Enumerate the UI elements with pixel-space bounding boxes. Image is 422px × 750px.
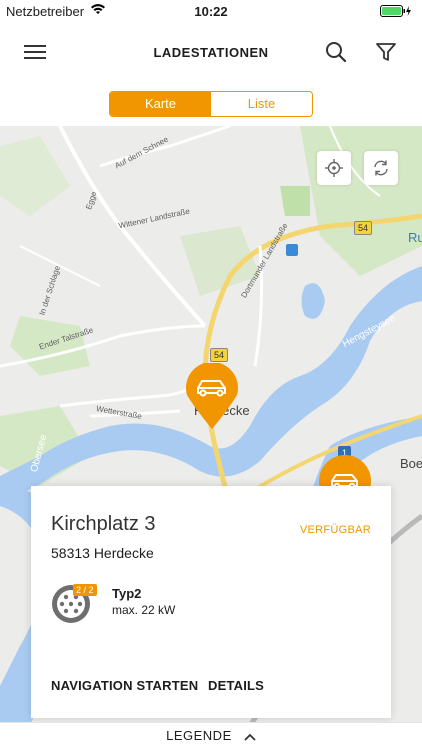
clock: 10:22	[194, 4, 228, 19]
legend-label: LEGENDE	[166, 728, 232, 743]
connector-power: max. 22 kW	[112, 603, 176, 617]
page-title: LADESTATIONEN	[153, 45, 269, 60]
refresh-icon	[374, 160, 388, 176]
screen: Netzbetreiber 10:22 LADESTATIONEN Karte …	[0, 0, 422, 750]
road-number: 54	[210, 348, 229, 362]
status-badge: VERFÜGBAR	[299, 524, 371, 536]
connector-availability: 2 / 2	[73, 584, 97, 596]
navigation-bar: LADESTATIONEN	[0, 30, 422, 74]
search-icon[interactable]	[324, 40, 348, 64]
connector-type: Typ2	[112, 586, 142, 601]
map-pin-icon	[186, 361, 238, 429]
start-navigation-button[interactable]: NAVIGATION STARTEN	[51, 678, 198, 693]
locate-me-button[interactable]	[317, 151, 351, 185]
transit-stop-icon	[286, 244, 298, 256]
battery-icon	[380, 5, 412, 20]
station-street: Kirchplatz 3	[51, 513, 156, 535]
map-town-label: Boe	[400, 456, 422, 471]
map-town-label: Ru	[408, 230, 422, 245]
tab-map[interactable]: Karte	[110, 92, 211, 116]
details-button[interactable]: DETAILS	[208, 678, 264, 693]
station-city: 58313 Herdecke	[51, 545, 154, 561]
station-card[interactable]: Kirchplatz 3 VERFÜGBAR 58313 Herdecke 2 …	[31, 486, 391, 718]
road-number: 54	[354, 221, 373, 235]
view-toggle: Karte Liste	[109, 91, 313, 117]
legend-toggle[interactable]: LEGENDE	[0, 722, 422, 750]
station-marker-selected[interactable]	[184, 361, 240, 431]
tab-list[interactable]: Liste	[211, 92, 312, 116]
refresh-button[interactable]	[364, 151, 398, 185]
chevron-up-icon	[244, 724, 256, 750]
filter-icon[interactable]	[374, 40, 398, 64]
status-bar: Netzbetreiber 10:22	[0, 0, 422, 22]
crosshair-icon	[325, 159, 343, 177]
